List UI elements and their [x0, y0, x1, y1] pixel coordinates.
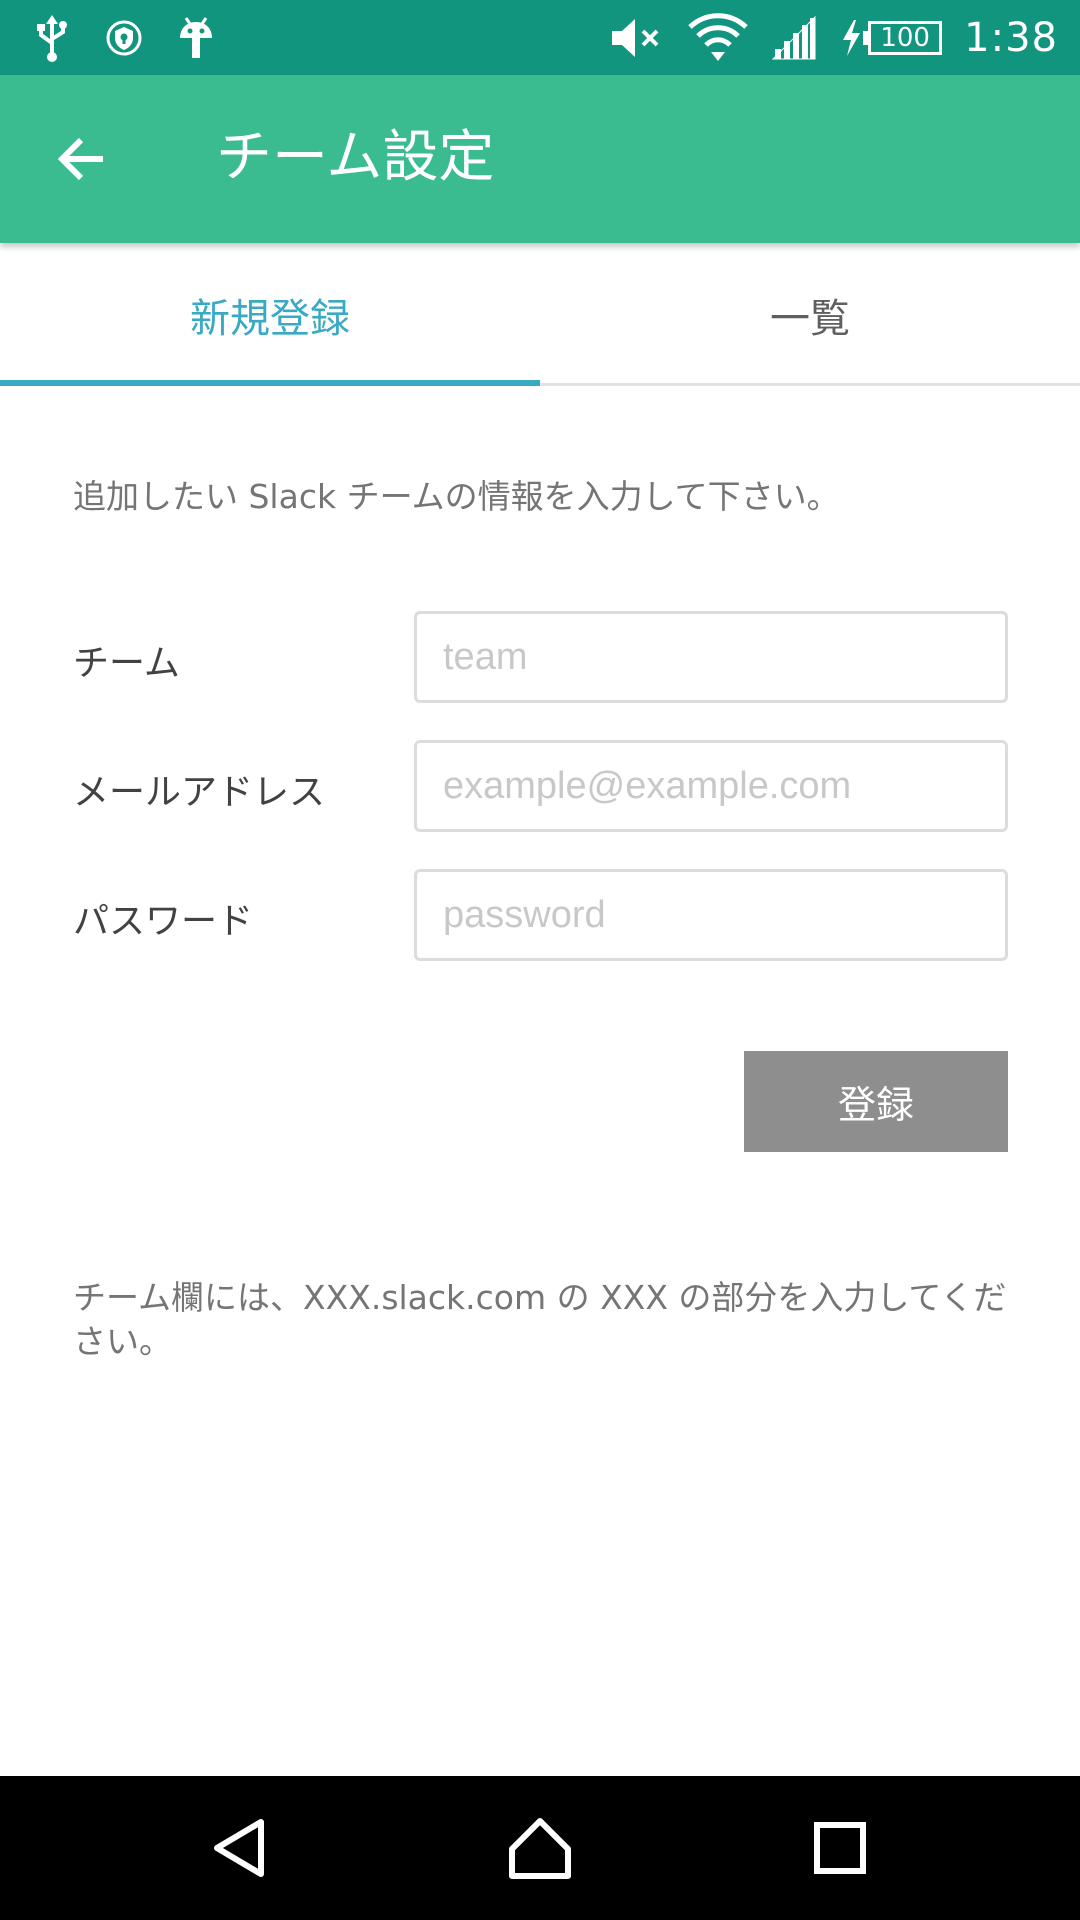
tab-bar: 新規登録 一覧	[0, 243, 1080, 387]
nav-recents-button[interactable]	[770, 1776, 910, 1920]
status-time: 1:38	[964, 14, 1058, 61]
team-label: チーム	[73, 643, 180, 684]
tab-label: 一覧	[770, 296, 850, 342]
team-input[interactable]	[414, 611, 1008, 703]
intro-text: 追加したい Slack チームの情報を入力して下さい。	[73, 477, 840, 516]
tab-new-registration[interactable]: 新規登録	[0, 243, 540, 387]
tab-label: 新規登録	[190, 296, 350, 342]
android-debug-icon	[176, 14, 216, 62]
status-bar: 100 1:38	[0, 0, 1080, 75]
tab-selected-indicator	[0, 380, 540, 386]
nav-recents-icon	[814, 1822, 866, 1874]
arrow-back-icon	[57, 137, 103, 181]
help-note: チーム欄には、XXX.slack.com の XXX の部分を入力してください。	[73, 1278, 1007, 1361]
email-label: メールアドレス	[73, 772, 326, 813]
charging-bolt-icon	[843, 19, 861, 56]
usb-icon	[32, 13, 72, 63]
page-title: チーム設定	[216, 125, 495, 190]
status-right-icons: 100 1:38	[609, 0, 1058, 75]
password-label: パスワード	[73, 901, 254, 942]
nav-home-icon	[509, 1818, 571, 1879]
email-input[interactable]	[414, 740, 1008, 832]
nav-back-button[interactable]	[171, 1776, 311, 1920]
app-bar: チーム設定	[0, 75, 1080, 243]
screen: 100 1:38 チーム設定 新規登録 一覧 追加したい Slack チームの情…	[0, 0, 1080, 1920]
wifi-icon	[687, 12, 749, 63]
nav-home-button[interactable]	[470, 1776, 610, 1920]
volume-muted-icon	[609, 15, 665, 61]
password-input[interactable]	[414, 869, 1008, 961]
nav-back-icon	[214, 1819, 264, 1877]
cellular-signal-icon	[771, 15, 817, 61]
vpn-shield-icon	[104, 18, 144, 58]
status-left-icons	[32, 10, 216, 66]
battery-level: 100	[868, 20, 943, 55]
register-button[interactable]: 登録	[744, 1051, 1008, 1152]
back-button[interactable]	[46, 125, 118, 193]
tab-list[interactable]: 一覧	[540, 243, 1080, 387]
navigation-bar	[0, 1776, 1080, 1920]
tab-divider	[540, 383, 1080, 386]
battery-icon: 100	[839, 18, 943, 58]
